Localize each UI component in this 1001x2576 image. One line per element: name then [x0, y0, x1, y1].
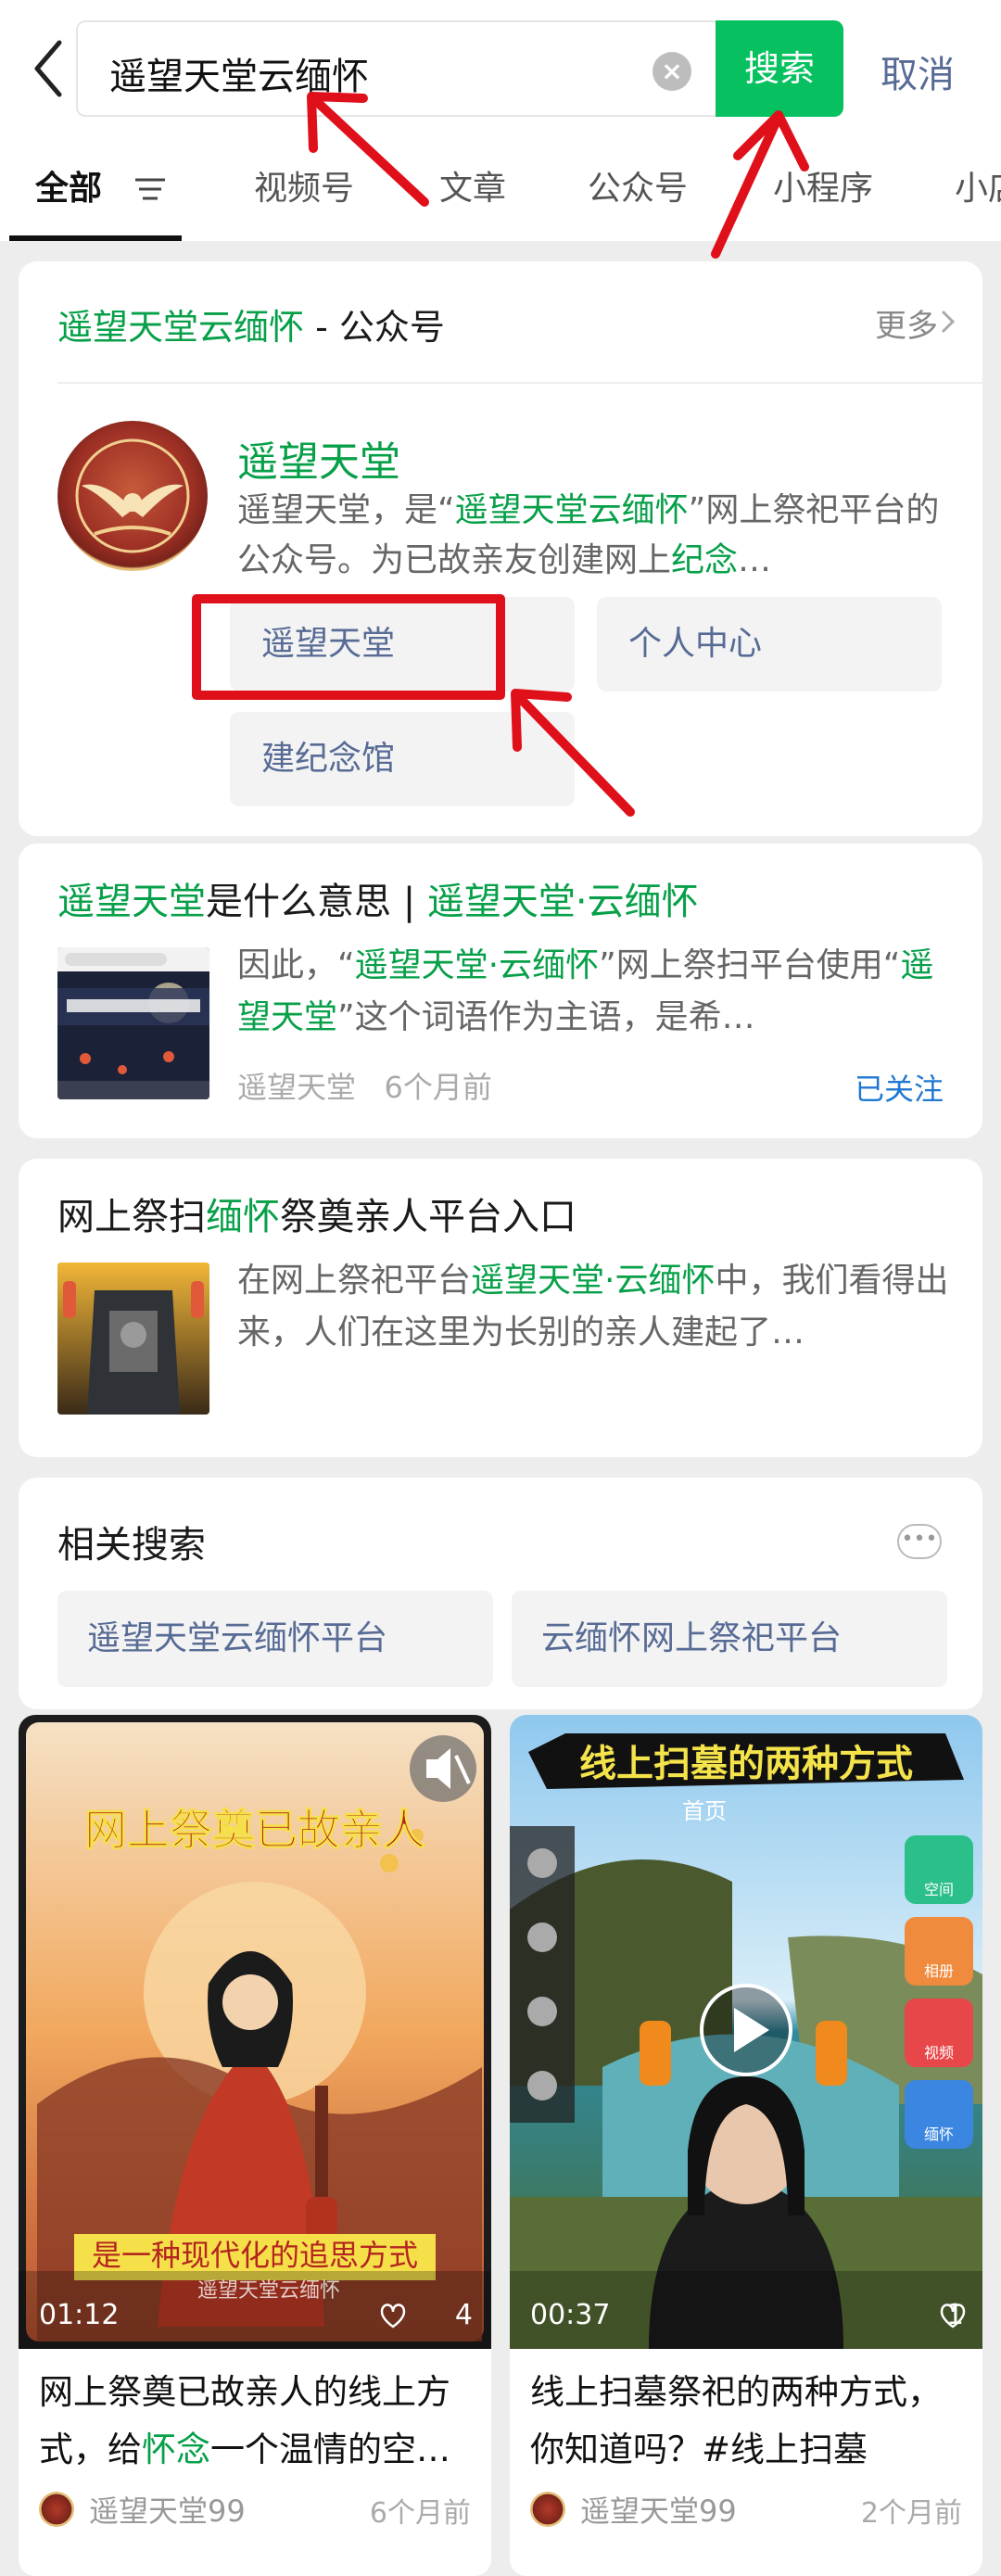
tab-channels[interactable]: 视频号 — [254, 161, 354, 209]
cancel-button[interactable]: 取消 — [881, 44, 955, 98]
filter-icon[interactable] — [132, 174, 169, 204]
divider — [57, 382, 982, 384]
clear-icon[interactable]: × — [653, 52, 691, 91]
top-bar: 遥望天堂云缅怀 × 搜索 取消 全部 视频号 文章 公众号 小程序 小店 — [0, 0, 1001, 241]
video-author[interactable]: 遥望天堂99 — [89, 2488, 246, 2531]
article-snippet: 因此，“遥望天堂·云缅怀”网上祭扫平台使用“遥望天堂”这个词语作为主语，是希… — [237, 946, 934, 1036]
article-result[interactable]: 网上祭扫缅怀祭奠亲人平台入口 在网上祭祀平台遥望天堂·云缅怀中，我们看得出来，人… — [19, 1159, 982, 1457]
article-time: 6个月前 — [384, 1070, 492, 1105]
video-thumbnail[interactable]: 线上扫墓的两种方式 首页 空间 相册 视频 缅怀 — [510, 1715, 982, 2349]
side-button-label: 视频 — [924, 2044, 954, 2062]
more-link[interactable]: 更多 — [875, 300, 938, 346]
article-meta: 遥望天堂 6个月前 — [237, 1064, 492, 1107]
video-card[interactable]: 网上祭奠已故亲人 是一种现代化的追思方式 遥望天堂云缅怀 01:12 4 网上祭… — [19, 1715, 491, 2576]
cover-title: 网上祭奠已故亲人 — [84, 1805, 425, 1855]
cover-watermark: 遥望天堂云缅怀 — [197, 2279, 340, 2303]
account-menu-home[interactable]: 遥望天堂 — [230, 597, 575, 692]
video-author[interactable]: 遥望天堂99 — [580, 2488, 737, 2531]
tab-official-accounts[interactable]: 公众号 — [588, 161, 688, 209]
tab-all[interactable]: 全部 — [35, 161, 102, 209]
chevron-right-icon[interactable] — [938, 308, 958, 336]
video-time: 2个月前 — [860, 2497, 962, 2530]
related-searches-title: 相关搜索 — [57, 1524, 206, 1567]
section-title: 遥望天堂云缅怀 - 公众号 — [57, 307, 445, 348]
account-logo[interactable] — [57, 421, 208, 571]
cover-title: 线上扫墓的两种方式 — [579, 1743, 913, 1785]
article-title[interactable]: 网上祭扫缅怀祭奠亲人平台入口 — [57, 1186, 577, 1240]
side-button-label: 相册 — [924, 1962, 954, 1980]
article-snippet: 在网上祭祀平台遥望天堂·云缅怀中，我们看得出来，人们在这里为长别的亲人建起了… — [237, 1262, 949, 1351]
tab-mini-programs[interactable]: 小程序 — [773, 161, 873, 209]
account-menu-profile[interactable]: 个人中心 — [597, 597, 942, 692]
article-result[interactable]: 遥望天堂是什么意思 | 遥望天堂·云缅怀 因此，“遥望天堂·云缅怀”网上祭扫平台… — [19, 844, 982, 1138]
back-arrow-icon[interactable] — [26, 35, 70, 102]
side-button-label: 空间 — [924, 1881, 954, 1898]
article-title[interactable]: 遥望天堂是什么意思 | 遥望天堂·云缅怀 — [57, 871, 699, 925]
related-search-item[interactable]: 云缅怀网上祭祀平台 — [512, 1591, 947, 1687]
video-time: 6个月前 — [369, 2497, 471, 2530]
related-search-item[interactable]: 遥望天堂云缅怀平台 — [57, 1591, 493, 1687]
video-title[interactable]: 网上祭奠已故亲人的线上方式，给怀念一个温情的空… — [39, 2364, 475, 2479]
video-thumbnail[interactable]: 网上祭奠已故亲人 是一种现代化的追思方式 遥望天堂云缅怀 — [19, 1715, 491, 2349]
cover-caption: 是一种现代化的追思方式 — [92, 2238, 418, 2273]
tab-store[interactable]: 小店 — [955, 161, 1001, 209]
video-card[interactable]: 线上扫墓的两种方式 首页 空间 相册 视频 缅怀 00:37 1 线上扫墓祭祀的… — [510, 1715, 982, 2576]
cover-sub: 首页 — [682, 1798, 727, 1824]
official-account-card: 遥望天堂云缅怀 - 公众号 更多 遥望天堂 遥望天堂，是“遥望天堂云缅怀”网上祭… — [19, 261, 982, 836]
account-menu-create-memorial[interactable]: 建纪念馆 — [230, 712, 575, 806]
video-title[interactable]: 线上扫墓祭祀的两种方式，你知道吗？#线上扫墓 — [530, 2364, 966, 2479]
related-searches-card: 相关搜索 ••• 遥望天堂云缅怀平台 云缅怀网上祭祀平台 — [19, 1478, 982, 1709]
followed-badge[interactable]: 已关注 — [855, 1066, 944, 1109]
article-thumbnail — [57, 1263, 209, 1415]
article-source: 遥望天堂 — [237, 1070, 357, 1105]
more-options-icon[interactable]: ••• — [897, 1524, 942, 1559]
video-duration: 00:37 — [530, 2299, 611, 2331]
video-duration: 01:12 — [39, 2299, 120, 2331]
avatar[interactable] — [39, 2492, 74, 2527]
account-description: 遥望天堂，是“遥望天堂云缅怀”网上祭祀平台的公众号。为已故亲友创建网上纪念… — [237, 491, 940, 579]
filter-tabs: 全部 视频号 文章 公众号 小程序 小店 — [0, 148, 1001, 241]
account-name[interactable]: 遥望天堂 — [237, 428, 400, 488]
dove-logo-icon — [75, 438, 190, 553]
search-query-text: 遥望天堂云缅怀 — [109, 56, 369, 98]
search-button[interactable]: 搜索 — [716, 20, 843, 117]
active-tab-underline — [9, 235, 182, 241]
avatar[interactable] — [530, 2492, 565, 2527]
video-likes: 1 — [945, 2299, 964, 2331]
article-thumbnail — [57, 947, 209, 1099]
side-button-label: 缅怀 — [924, 2126, 954, 2143]
tab-articles[interactable]: 文章 — [439, 161, 506, 209]
search-input[interactable]: 遥望天堂云缅怀 × — [76, 20, 717, 117]
video-likes: 4 — [454, 2299, 473, 2331]
